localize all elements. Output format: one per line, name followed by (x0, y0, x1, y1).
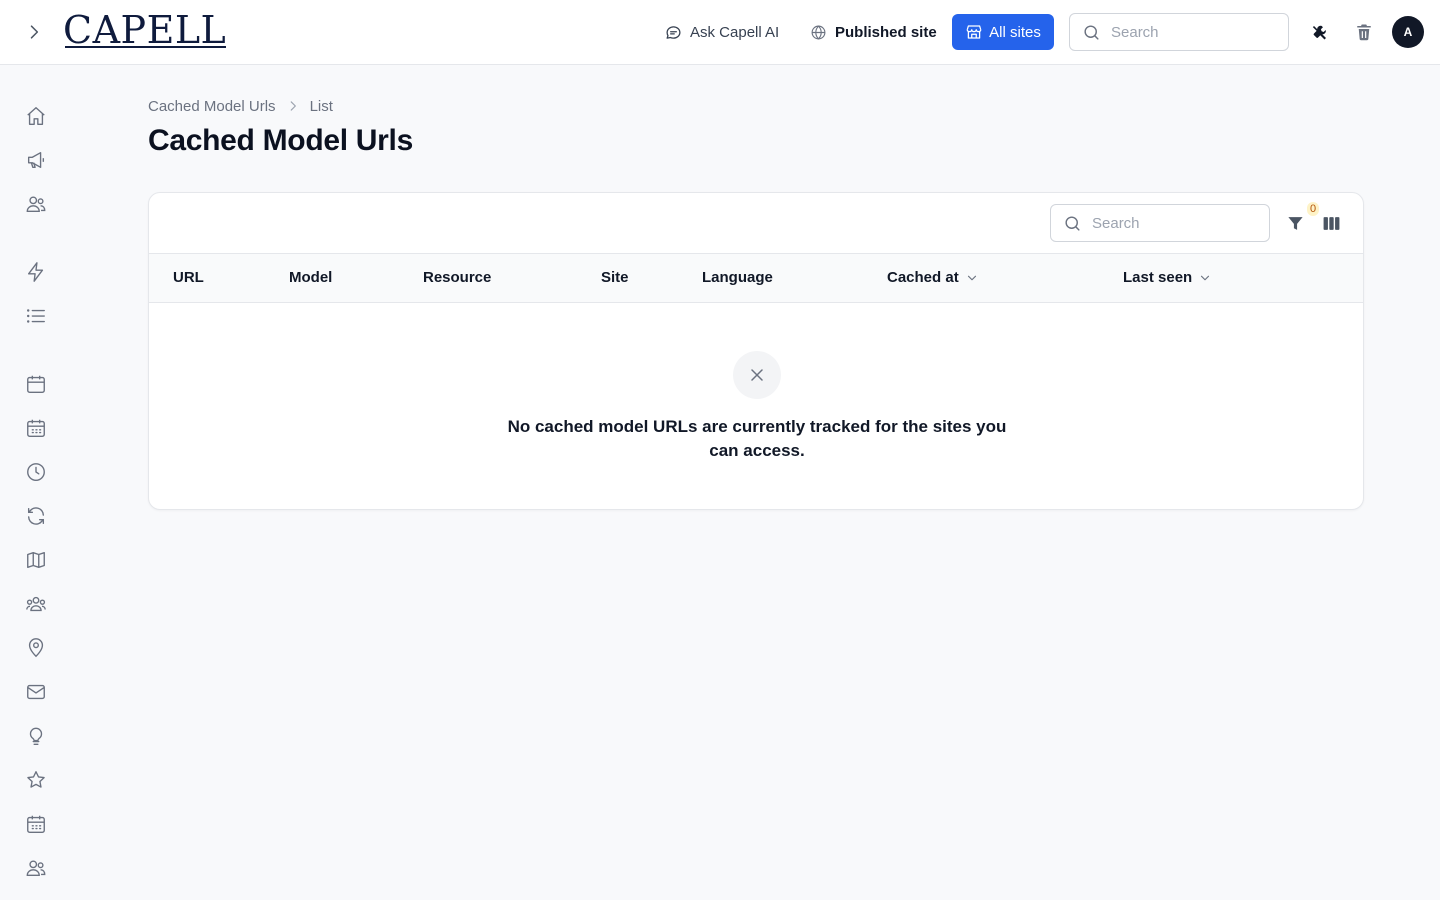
calendar-days-icon (27, 419, 45, 437)
column-label: Site (601, 269, 629, 286)
sidebar-item-events[interactable] (24, 812, 48, 836)
column-label: URL (173, 269, 204, 286)
column-header-language: Language (702, 269, 773, 286)
calendar-icon (27, 375, 45, 393)
tools-button[interactable] (1309, 21, 1331, 43)
home-icon (27, 107, 45, 125)
global-search[interactable] (1069, 13, 1289, 51)
refresh-icon (27, 507, 45, 525)
star-icon (27, 771, 45, 788)
column-header-model: Model (289, 269, 332, 286)
sidebar-item-groups[interactable] (24, 592, 48, 616)
published-site-label: Published site (835, 23, 937, 41)
ask-ai-label: Ask Capell AI (690, 23, 780, 41)
global-search-input[interactable] (1111, 23, 1271, 41)
map-icon (27, 551, 45, 569)
sidebar-item-home[interactable] (24, 104, 48, 128)
trash-button[interactable] (1353, 21, 1375, 43)
sidebar-item-history[interactable] (24, 460, 48, 484)
filter-button[interactable] (1284, 212, 1306, 234)
funnel-icon (1287, 216, 1303, 230)
bolt-icon (27, 262, 44, 282)
view-columns-icon (1323, 216, 1339, 230)
empty-state-message: No cached model URLs are currently track… (507, 417, 1007, 460)
sidebar (0, 65, 72, 900)
filter-count-badge: 0 (1307, 202, 1320, 216)
sidebar-item-ideas[interactable] (24, 724, 48, 748)
top-bar: CAPELL Ask Capell AI Published site All … (0, 0, 1440, 65)
map-pin-icon (28, 638, 44, 658)
column-label: Language (702, 269, 773, 286)
ask-ai-link[interactable]: Ask Capell AI (665, 20, 779, 44)
light-bulb-icon (29, 727, 43, 745)
column-header-last-seen[interactable]: Last seen (1123, 269, 1212, 286)
breadcrumb-parent-link[interactable]: Cached Model Urls (148, 98, 276, 115)
x-mark-icon (751, 369, 763, 381)
sidebar-item-calendar[interactable] (24, 372, 48, 396)
sidebar-item-actions[interactable] (24, 260, 48, 284)
column-header-resource: Resource (423, 269, 491, 286)
list-icon (26, 309, 45, 323)
sidebar-item-mail[interactable] (24, 680, 48, 704)
sidebar-item-sync[interactable] (24, 504, 48, 528)
avatar-initial: A (1403, 25, 1413, 39)
table-search-input[interactable] (1092, 214, 1252, 232)
sidebar-item-members[interactable] (24, 856, 48, 880)
table-card: 0 URL Model Resource Site Language Cache… (148, 192, 1364, 510)
chevron-down-icon (1201, 275, 1210, 280)
toggle-columns-button[interactable] (1320, 212, 1342, 234)
sidebar-item-map[interactable] (24, 548, 48, 572)
globe-icon (811, 24, 826, 40)
trash-icon (1357, 24, 1371, 41)
all-sites-button[interactable]: All sites (952, 14, 1054, 50)
wrench-screwdriver-icon (1312, 25, 1326, 40)
sidebar-item-schedule[interactable] (24, 416, 48, 440)
user-avatar[interactable]: A (1392, 16, 1424, 48)
expand-sidebar-button[interactable] (22, 20, 46, 44)
table-search[interactable] (1050, 204, 1270, 242)
users-icon (26, 860, 46, 877)
column-label: Model (289, 269, 333, 286)
empty-state-icon (733, 351, 781, 399)
user-group-icon (26, 596, 46, 612)
all-sites-label: All sites (989, 23, 1041, 41)
sidebar-item-lists[interactable] (24, 304, 48, 328)
sidebar-item-announcements[interactable] (24, 148, 48, 172)
page-title: Cached Model Urls (148, 124, 413, 157)
calendar-days-icon (27, 815, 45, 833)
column-label: Last seen (1123, 269, 1193, 286)
column-label: Cached at (887, 269, 959, 286)
envelope-icon (27, 684, 45, 700)
column-header-site: Site (601, 269, 629, 286)
sidebar-item-locations[interactable] (24, 636, 48, 660)
column-label: Resource (423, 269, 492, 286)
sidebar-item-favorites[interactable] (24, 768, 48, 792)
search-icon (1084, 24, 1099, 40)
chevron-right-icon (290, 101, 296, 111)
sidebar-item-users[interactable] (24, 192, 48, 216)
building-storefront-icon (966, 25, 982, 39)
column-header-cached-at[interactable]: Cached at (887, 269, 979, 286)
users-icon (26, 196, 46, 213)
clock-icon (27, 463, 45, 481)
breadcrumb: Cached Model Urls List (148, 96, 333, 116)
search-icon (1065, 215, 1080, 231)
chevron-right-icon (30, 25, 39, 39)
table-header: URL Model Resource Site Language Cached … (149, 254, 1363, 303)
column-header-url: URL (173, 269, 204, 286)
published-site-link[interactable]: Published site (810, 20, 937, 44)
megaphone-icon (27, 151, 45, 169)
capell-logo[interactable]: CAPELL (63, 9, 227, 51)
breadcrumb-current: List (309, 97, 333, 115)
table-toolbar: 0 (149, 193, 1363, 254)
chevron-down-icon (967, 275, 976, 280)
chat-bubble-icon (666, 25, 681, 39)
